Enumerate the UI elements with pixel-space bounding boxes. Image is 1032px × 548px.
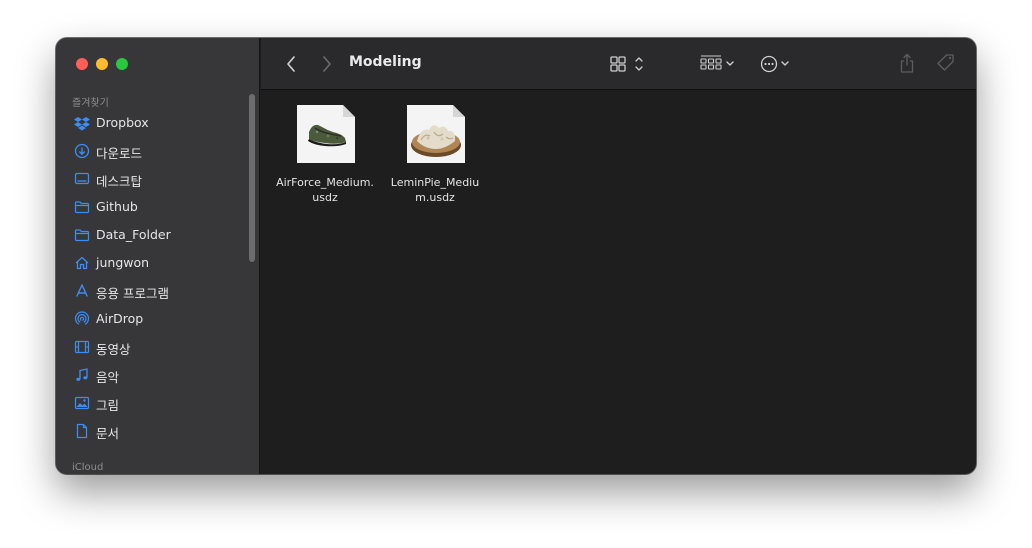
sidebar-scrollbar[interactable] xyxy=(249,94,255,262)
dropbox-icon xyxy=(74,117,90,131)
sidebar-item-applications[interactable]: 응용 프로그램 xyxy=(56,277,246,305)
airdrop-icon xyxy=(74,311,90,325)
sidebar-item-music[interactable]: 음악 xyxy=(56,361,246,389)
icloud-section-title: iCloud xyxy=(72,462,104,473)
back-icon[interactable] xyxy=(281,51,301,77)
sidebar-item-label: 동영상 xyxy=(96,342,131,357)
toolbar: Modeling xyxy=(261,38,976,90)
sidebar-item-label: 다운로드 xyxy=(96,146,143,161)
share-icon[interactable] xyxy=(897,51,917,77)
sidebar-item-github[interactable]: Github xyxy=(56,193,246,221)
sneaker-thumbnail xyxy=(297,105,355,163)
sidebar: 즐겨찾기 Dropbox 다운로드 데스크탑 Github Data_Folde… xyxy=(56,38,260,474)
pie-thumbnail xyxy=(407,105,465,163)
sidebar-item-pictures[interactable]: 그림 xyxy=(56,389,246,417)
sidebar-item-documents[interactable]: 문서 xyxy=(56,417,246,445)
sidebar-item-airdrop[interactable]: AirDrop xyxy=(56,305,246,333)
window-title: Modeling xyxy=(349,54,422,70)
sidebar-item-data-folder[interactable]: Data_Folder xyxy=(56,221,246,249)
zoom-window-button[interactable] xyxy=(116,58,128,70)
sidebar-item-label: 데스크탑 xyxy=(96,174,143,189)
folder-icon xyxy=(74,229,90,242)
grid-view-icon[interactable] xyxy=(609,51,649,77)
file-name: LeminPie_Mediu m.usdz xyxy=(390,176,480,204)
photo-icon xyxy=(74,396,90,410)
music-icon xyxy=(76,368,88,381)
tag-icon[interactable] xyxy=(935,51,957,77)
sidebar-item-label: 응용 프로그램 xyxy=(96,286,169,301)
sidebar-item-dropbox[interactable]: Dropbox xyxy=(56,109,246,137)
file-name: AirForce_Medium. usdz xyxy=(276,176,374,204)
sidebar-item-movies[interactable]: 동영상 xyxy=(56,333,246,361)
sidebar-item-label: Data_Folder xyxy=(96,227,171,242)
sidebar-item-home[interactable]: jungwon xyxy=(56,249,246,277)
favorites-section-title: 즐겨찾기 xyxy=(72,98,109,109)
sidebar-item-label: 문서 xyxy=(96,426,120,441)
film-icon xyxy=(74,340,90,354)
home-icon xyxy=(75,256,89,270)
desktop-icon xyxy=(74,172,90,185)
sidebar-item-label: 그림 xyxy=(96,398,120,413)
sidebar-item-desktop[interactable]: 데스크탑 xyxy=(56,165,246,193)
applications-icon xyxy=(76,284,88,297)
close-window-button[interactable] xyxy=(76,58,88,70)
minimize-window-button[interactable] xyxy=(96,58,108,70)
group-icon[interactable] xyxy=(699,51,739,77)
sidebar-item-label: 음악 xyxy=(96,370,120,385)
sidebar-item-label: AirDrop xyxy=(96,311,144,326)
forward-icon[interactable] xyxy=(317,51,337,77)
sidebar-item-downloads[interactable]: 다운로드 xyxy=(56,137,246,165)
file-item[interactable]: AirForce_Medium. usdz xyxy=(271,105,379,215)
sidebar-item-label: jungwon xyxy=(96,255,150,270)
finder-window: 즐겨찾기 Dropbox 다운로드 데스크탑 Github Data_Folde… xyxy=(56,38,976,474)
file-browser-area[interactable]: AirForce_Medium. usdz LeminPie_Mediu m.u… xyxy=(261,91,976,474)
folder-icon xyxy=(74,201,90,214)
sidebar-item-label: Github xyxy=(96,199,138,214)
download-icon xyxy=(74,143,90,159)
file-item[interactable]: LeminPie_Mediu m.usdz xyxy=(381,105,489,215)
more-icon[interactable] xyxy=(759,51,799,77)
document-icon xyxy=(76,423,88,439)
sidebar-item-label: Dropbox xyxy=(96,115,149,130)
